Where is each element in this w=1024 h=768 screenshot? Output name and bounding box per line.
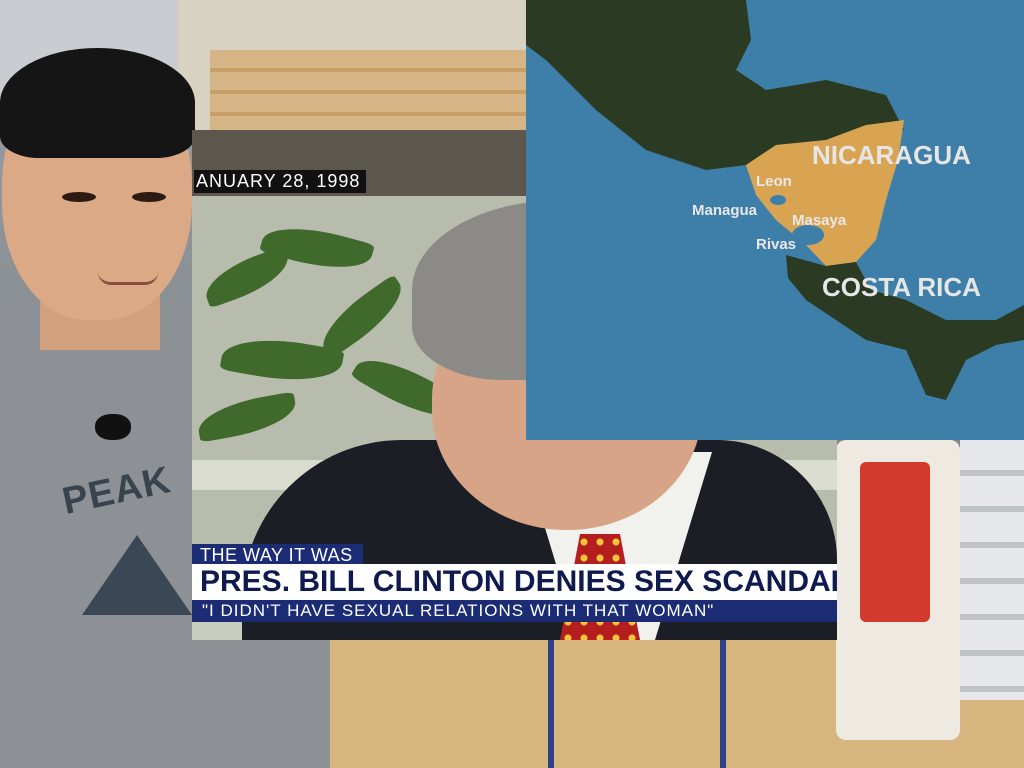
city-label-leon: Leon	[756, 173, 792, 190]
man-mouth	[98, 272, 158, 285]
central-america-map: NICARAGUA COSTA RICA Leon Managua Masaya…	[526, 0, 1024, 440]
shirt-mountain-graphic	[82, 535, 192, 615]
country-label-costa-rica: COSTA RICA	[822, 272, 981, 302]
man-left-eye	[62, 192, 96, 202]
map-graphic	[526, 0, 1024, 400]
rice-bag-stack	[960, 440, 1024, 700]
lake-managua	[770, 195, 786, 205]
box-edge	[548, 640, 554, 768]
news-headline: PRES. BILL CLINTON DENIES SEX SCANDAL	[192, 564, 837, 600]
lapel-microphone	[95, 414, 131, 440]
news-quote: "I DIDN'T HAVE SEXUAL RELATIONS WITH THA…	[192, 600, 837, 622]
man-hair	[0, 48, 195, 158]
country-label-nicaragua: NICARAGUA	[812, 140, 971, 170]
city-label-rivas: Rivas	[756, 236, 797, 253]
box-edge	[720, 640, 726, 768]
window-blinds	[210, 50, 526, 135]
rice-bag-label	[860, 462, 930, 622]
segment-tag: THE WAY IT WAS	[192, 544, 363, 566]
date-caption: ANUARY 28, 1998	[194, 170, 367, 193]
city-label-managua: Managua	[692, 202, 758, 219]
man-right-eye	[132, 192, 166, 202]
city-label-masaya: Masaya	[792, 212, 847, 229]
